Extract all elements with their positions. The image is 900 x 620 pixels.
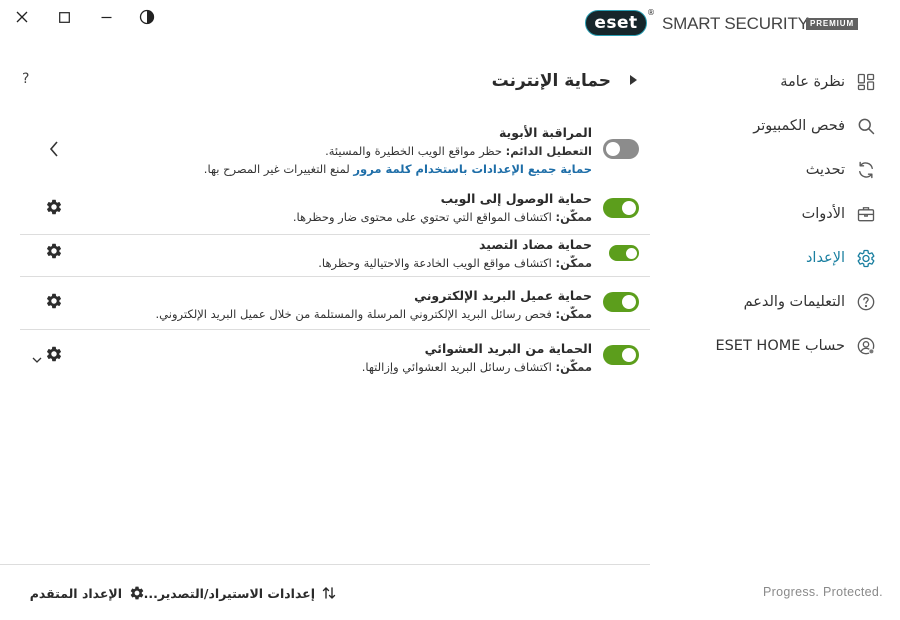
edition-badge: PREMIUM (806, 18, 858, 30)
sidebar-item-label: نظرة عامة (780, 74, 845, 90)
sidebar-item-tools[interactable]: الأدوات (636, 192, 876, 236)
antispam-menu-button[interactable] (32, 350, 42, 363)
import-export-label: إعدادات الاستيراد/التصدير... (143, 585, 315, 601)
search-icon (856, 116, 876, 136)
row-status-label: ممكّن: (555, 210, 592, 224)
help-circle-icon (856, 292, 876, 312)
row-status-text: فحص رسائل البريد الإلكتروني المرسلة والم… (155, 307, 552, 321)
sidebar-item-label: الإعداد (805, 250, 845, 266)
toggle-knob (622, 201, 636, 215)
toggle-knob (622, 295, 636, 309)
row-status-label: التعطيل الدائم: (505, 144, 592, 158)
row-title-parental-control: المراقبة الأبوية (498, 125, 592, 140)
sidebar-item-label: فحص الكمبيوتر (753, 118, 845, 134)
row-status-label: ممكّن: (555, 307, 592, 321)
sidebar-item-computer-scan[interactable]: فحص الكمبيوتر (636, 104, 876, 148)
web-access-settings-button[interactable] (45, 198, 63, 216)
dashboard-icon (856, 72, 876, 92)
row-status-text: حظر مواقع الويب الخطيرة والمسيئة. (325, 144, 502, 158)
sidebar-item-label: التعليمات والدعم (743, 294, 845, 310)
import-export-icon (322, 587, 336, 599)
toggle-knob (622, 348, 636, 362)
toggle-email-client[interactable] (603, 292, 639, 312)
close-icon (16, 11, 28, 23)
bottom-divider (0, 564, 650, 565)
sidebar-item-eset-home-account[interactable]: حساب ESET HOME (636, 324, 876, 368)
row-status: ممكّن: اكتشاف مواقع الويب الخادعة والاحت… (318, 254, 592, 272)
page-title: حماية الإنترنت (491, 71, 611, 91)
toggle-anti-phishing[interactable] (609, 245, 639, 261)
eset-logo: eset (585, 10, 647, 36)
import-export-settings-button[interactable]: إعدادات الاستيراد/التصدير... (144, 584, 336, 602)
toggle-knob (625, 247, 637, 259)
row-title-web-access: حماية الوصول إلى الويب (440, 191, 592, 206)
expand-arrow-icon[interactable] (630, 75, 637, 85)
toggle-knob (606, 142, 620, 156)
row-title-anti-phishing: حماية مضاد التصيد (479, 237, 592, 252)
chevron-down-icon (32, 357, 42, 363)
toggle-web-access[interactable] (603, 198, 639, 218)
password-note-suffix: لمنع التغييرات غير المصرح بها. (203, 162, 350, 176)
toolbox-icon (856, 204, 876, 224)
row-status: التعطيل الدائم: حظر مواقع الويب الخطيرة … (325, 142, 592, 160)
logo-text: eset (594, 12, 638, 33)
gear-icon (130, 586, 144, 600)
sidebar: نظرة عامة فحص الكمبيوتر تحديث الأدوات ال… (636, 60, 876, 368)
maximize-icon (58, 11, 70, 23)
toggle-parental-control[interactable] (603, 139, 639, 159)
row-status: ممكّن: اكتشاف رسائل البريد العشوائي وإزا… (362, 358, 592, 376)
row-status-text: اكتشاف رسائل البريد العشوائي وإزالتها. (361, 360, 552, 374)
close-button[interactable] (14, 9, 30, 25)
maximize-button[interactable] (56, 9, 72, 25)
sidebar-item-help-support[interactable]: التعليمات والدعم (636, 280, 876, 324)
row-status-label: ممكّن: (555, 360, 592, 374)
sidebar-item-overview[interactable]: نظرة عامة (636, 60, 876, 104)
row-title-antispam: الحماية من البريد العشوائي (424, 341, 592, 356)
sidebar-item-label: حساب ESET HOME (715, 338, 845, 354)
gear-icon (46, 293, 62, 309)
row-status: ممكّن: اكتشاف المواقع التي تحتوي على محت… (293, 208, 592, 226)
toggle-antispam[interactable] (603, 345, 639, 365)
anti-phishing-settings-button[interactable] (45, 242, 63, 260)
row-status: ممكّن: فحص رسائل البريد الإلكتروني المرس… (156, 305, 592, 323)
advanced-setup-button[interactable]: الإعداد المتقدم (30, 584, 145, 602)
chevron-left-icon (49, 141, 58, 157)
gear-icon (856, 248, 876, 268)
theme-toggle-button[interactable] (139, 9, 155, 25)
row-divider (20, 276, 650, 277)
advanced-setup-label: الإعداد المتقدم (29, 585, 122, 601)
gear-icon (46, 199, 62, 215)
email-client-settings-button[interactable] (45, 292, 63, 310)
row-password-note: حماية جميع الإعدادات باستخدام كلمة مرور … (204, 160, 592, 178)
password-protect-link[interactable]: حماية جميع الإعدادات باستخدام كلمة مرور (353, 162, 592, 176)
tagline: Progress. Protected. (763, 585, 883, 599)
row-status-text: اكتشاف المواقع التي تحتوي على محتوى ضار … (292, 210, 552, 224)
sidebar-item-label: تحديث (805, 162, 845, 178)
help-button[interactable]: ? (22, 71, 29, 87)
theme-toggle-icon (139, 9, 155, 25)
parental-control-open-button[interactable] (45, 140, 63, 158)
gear-icon (46, 346, 62, 362)
sidebar-item-label: الأدوات (801, 206, 845, 222)
row-title-email-client: حماية عميل البريد الإلكتروني (414, 288, 592, 303)
row-divider (20, 234, 650, 235)
minimize-button[interactable] (98, 9, 114, 25)
sidebar-item-update[interactable]: تحديث (636, 148, 876, 192)
row-status-text: اكتشاف مواقع الويب الخادعة والاحتيالية و… (318, 256, 552, 270)
product-name: SMART SECURITY (662, 14, 809, 33)
refresh-icon (856, 160, 876, 180)
sidebar-item-setup[interactable]: الإعداد (636, 236, 876, 280)
gear-icon (46, 243, 62, 259)
row-status-label: ممكّن: (555, 256, 592, 270)
minimize-icon (101, 16, 111, 18)
row-divider (20, 329, 650, 330)
antispam-settings-button[interactable] (45, 345, 63, 363)
registered-mark: ® (647, 8, 655, 17)
user-circle-icon (856, 336, 876, 356)
